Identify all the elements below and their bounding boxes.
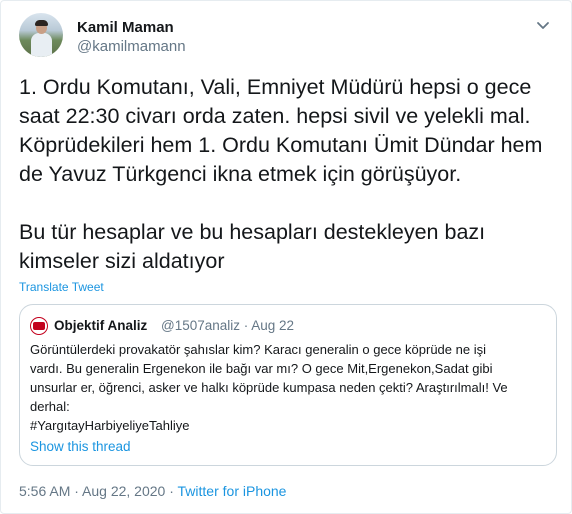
- show-this-thread-link[interactable]: Show this thread: [30, 439, 131, 454]
- avatar-body-shape: [31, 33, 52, 57]
- tweet-timestamp[interactable]: 5:56 AM · Aug 22, 2020 ·: [19, 483, 178, 499]
- chevron-down-icon-svg: [537, 22, 549, 29]
- author-avatar[interactable]: [19, 13, 63, 57]
- author-handle[interactable]: @kamilmamann: [77, 38, 186, 55]
- tweet-header: Kamil Maman @kamilmamann: [19, 13, 559, 61]
- objektif-analiz-logo: [30, 317, 48, 335]
- tweet-source-link[interactable]: Twitter for iPhone: [178, 483, 287, 499]
- logo-mark: [33, 322, 45, 330]
- author-name[interactable]: Kamil Maman: [77, 19, 174, 36]
- translate-tweet-link[interactable]: Translate Tweet: [19, 280, 104, 294]
- quoted-author-meta: @1507analiz · Aug 22: [161, 318, 295, 333]
- chevron-down-icon[interactable]: [533, 15, 553, 35]
- quoted-tweet-text: Görüntülerdeki provakatör şahıslar kim? …: [30, 342, 508, 433]
- tweet-card: Kamil Maman @kamilmamann 1. Ordu Komutan…: [0, 0, 572, 514]
- quoted-tweet[interactable]: Objektif Analiz @1507analiz · Aug 22 Gör…: [19, 304, 557, 466]
- avatar-hair-shape: [35, 20, 48, 26]
- quoted-author-name: Objektif Analiz: [54, 318, 148, 333]
- tweet-text: 1. Ordu Komutanı, Vali, Emniyet Müdürü h…: [19, 75, 543, 273]
- tweet-footer: 5:56 AM · Aug 22, 2020 · Twitter for iPh…: [19, 483, 286, 499]
